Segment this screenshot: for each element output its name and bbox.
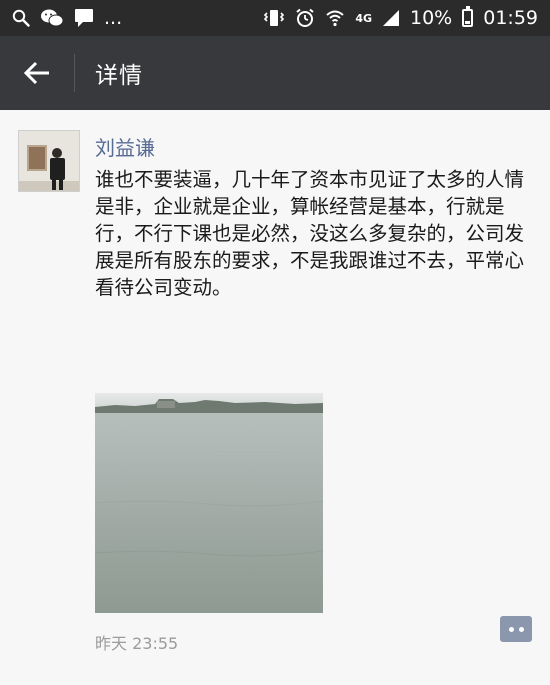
more-dots-icon — [508, 626, 514, 632]
author-name[interactable]: 刘益谦 — [95, 132, 155, 161]
page-title: 详情 — [95, 63, 143, 89]
message-icon — [74, 8, 94, 28]
alarm-icon — [295, 8, 315, 28]
post-text: 谁也不要装逼，几十年了资本市见证了太多的人情是非，企业就是企业，算帐经营是基本，… — [95, 168, 525, 299]
wifi-icon — [325, 8, 345, 28]
back-button[interactable] — [0, 36, 74, 110]
avatar[interactable] — [18, 130, 80, 192]
post-timestamp: 昨天 23:55 — [95, 634, 179, 653]
signal-icon — [382, 9, 400, 27]
post-photo[interactable] — [95, 393, 323, 613]
status-bar: ... 4G 10% 01:59 — [0, 0, 550, 36]
wechat-icon — [40, 8, 64, 28]
battery-icon — [462, 6, 474, 27]
more-dots-icon-dot — [518, 626, 524, 632]
network-type-label: 4G — [355, 11, 372, 25]
comment-button[interactable] — [500, 616, 532, 642]
arrow-left-icon — [23, 61, 51, 85]
vibrate-icon — [263, 8, 285, 28]
battery-percent: 10% — [410, 7, 453, 29]
status-time: 01:59 — [483, 7, 538, 29]
status-ellipsis: ... — [104, 7, 123, 29]
title-bar: 详情 — [0, 36, 550, 110]
status-bar-left: ... — [12, 7, 122, 29]
search-icon — [12, 9, 30, 27]
status-bar-right: 4G 10% 01:59 — [263, 6, 538, 29]
moment-post: 刘益谦 谁也不要装逼，几十年了资本市见证了太多的人情是非，企业就是企业，算帐经营… — [0, 110, 550, 685]
